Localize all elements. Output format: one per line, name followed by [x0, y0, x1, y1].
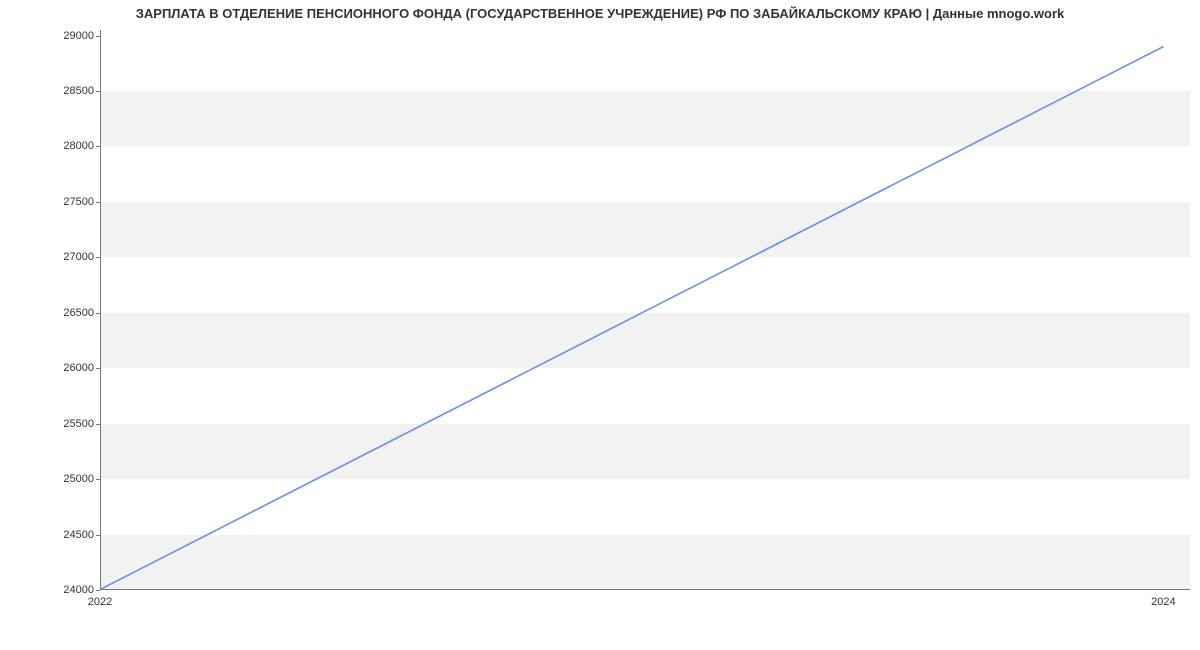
line-series — [101, 30, 1190, 589]
y-tick-label: 26000 — [14, 362, 94, 374]
plot-area — [100, 30, 1190, 590]
y-tick-label: 27000 — [14, 251, 94, 263]
y-tick-mark — [96, 313, 100, 314]
y-tick-mark — [96, 257, 100, 258]
y-tick-label: 28500 — [14, 85, 94, 97]
y-tick-mark — [96, 590, 100, 591]
y-tick-mark — [96, 368, 100, 369]
chart-title: ЗАРПЛАТА В ОТДЕЛЕНИЕ ПЕНСИОННОГО ФОНДА (… — [0, 6, 1200, 21]
x-tick-label: 2022 — [88, 596, 112, 608]
chart-container: ЗАРПЛАТА В ОТДЕЛЕНИЕ ПЕНСИОННОГО ФОНДА (… — [0, 0, 1200, 650]
y-tick-mark — [96, 91, 100, 92]
y-tick-mark — [96, 202, 100, 203]
y-tick-mark — [96, 479, 100, 480]
y-tick-label: 27500 — [14, 196, 94, 208]
y-tick-label: 24000 — [14, 584, 94, 596]
y-tick-label: 25000 — [14, 473, 94, 485]
y-tick-mark — [96, 36, 100, 37]
y-tick-mark — [96, 146, 100, 147]
y-tick-label: 29000 — [14, 30, 94, 42]
y-tick-mark — [96, 535, 100, 536]
y-tick-mark — [96, 424, 100, 425]
x-tick-label: 2024 — [1151, 596, 1175, 608]
y-tick-label: 28000 — [14, 140, 94, 152]
y-tick-label: 26500 — [14, 307, 94, 319]
y-tick-label: 25500 — [14, 418, 94, 430]
series-line — [101, 47, 1163, 589]
y-tick-label: 24500 — [14, 529, 94, 541]
